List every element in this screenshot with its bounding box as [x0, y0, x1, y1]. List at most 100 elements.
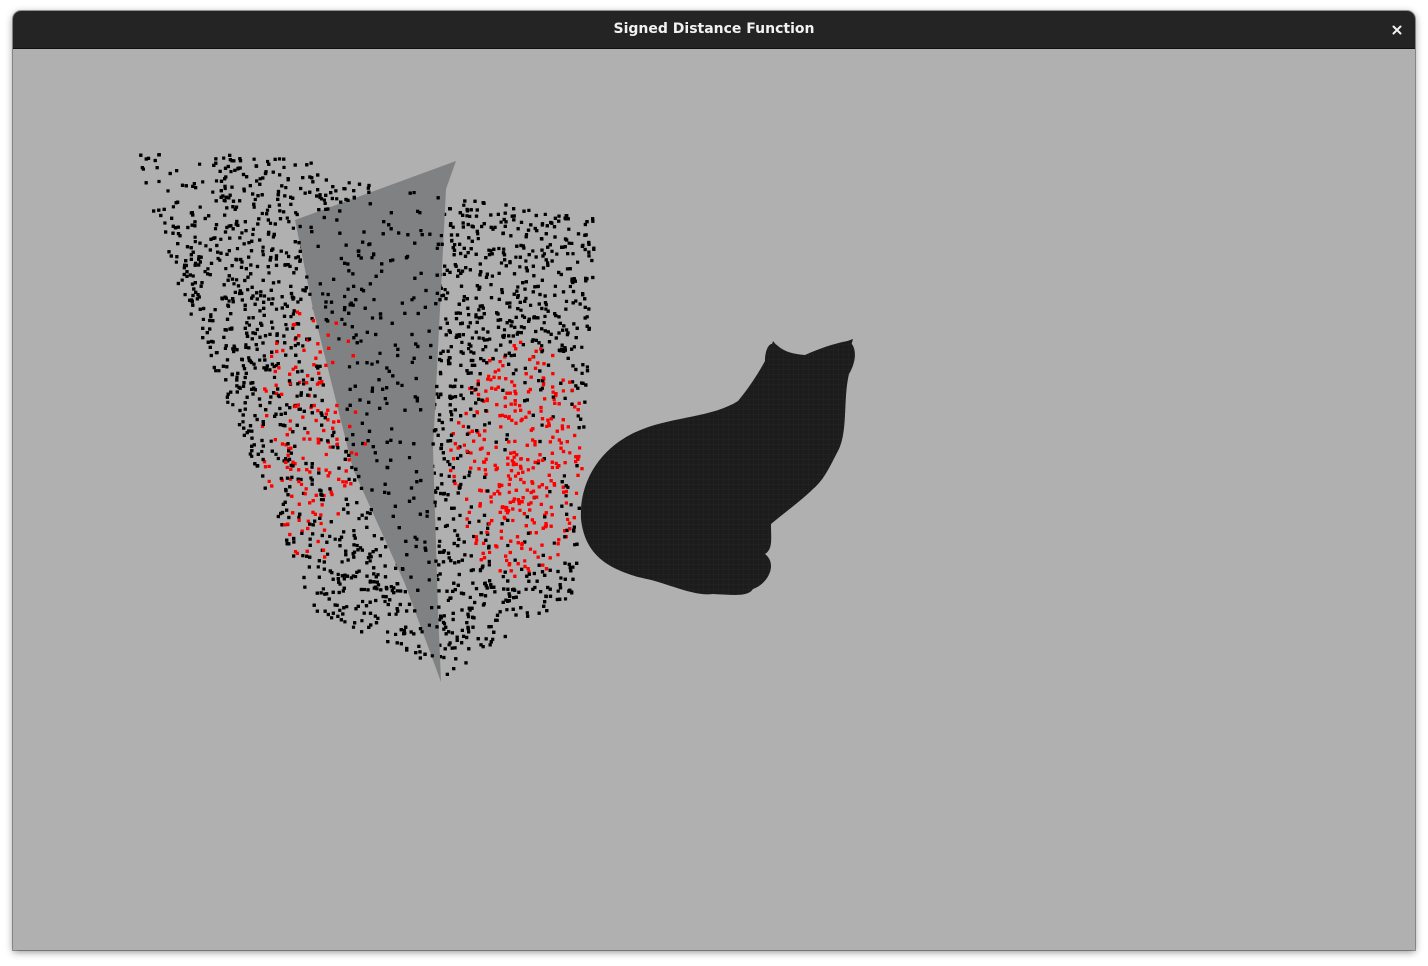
sample-point-outside [534, 255, 538, 259]
sample-point-outside [282, 157, 286, 161]
sample-point-inside [509, 469, 514, 473]
sample-point-outside [419, 271, 423, 275]
title-bar[interactable]: Signed Distance Function [13, 11, 1415, 49]
sample-point-outside [516, 307, 520, 311]
sample-point-inside [513, 399, 517, 403]
sample-point-outside [509, 234, 513, 238]
sample-point-outside [280, 184, 284, 188]
sample-point-outside [284, 323, 288, 327]
sample-point-inside [297, 518, 301, 522]
sample-point-outside [192, 182, 196, 186]
sample-point-outside [321, 292, 325, 296]
sample-point-outside [470, 386, 474, 390]
sample-point-outside [246, 275, 250, 279]
sample-point-inside [519, 457, 523, 461]
sample-point-outside [443, 647, 447, 651]
sample-point-outside [231, 403, 235, 407]
sample-point-outside [389, 259, 393, 263]
sample-point-outside [232, 282, 236, 286]
sample-point-outside [279, 249, 283, 253]
sample-point-outside [512, 207, 516, 211]
sample-point-outside [193, 235, 197, 239]
sample-point-outside [208, 318, 212, 323]
sample-point-outside [183, 293, 187, 297]
sample-point-outside [348, 387, 352, 391]
sample-point-outside [568, 284, 572, 289]
sample-point-outside [251, 392, 255, 396]
sample-point-outside [295, 423, 299, 427]
sample-point-outside [336, 572, 340, 576]
sample-point-inside [267, 464, 271, 468]
sample-point-outside [235, 390, 239, 394]
sample-point-outside [391, 374, 395, 378]
sample-point-outside [523, 366, 527, 370]
sample-point-outside [583, 305, 587, 309]
sample-point-outside [235, 278, 239, 282]
sample-point-outside [486, 526, 490, 530]
sample-point-outside [219, 195, 223, 199]
scene-canvas[interactable] [13, 49, 1415, 950]
sample-point-outside [302, 409, 306, 413]
sample-point-outside [462, 540, 466, 544]
sample-point-outside [296, 382, 300, 386]
sample-point-outside [444, 498, 448, 502]
sample-point-outside [270, 248, 274, 252]
sample-point-outside [268, 368, 272, 372]
sample-point-outside [255, 264, 260, 269]
sample-point-inside [551, 353, 555, 358]
sample-point-outside [296, 300, 300, 304]
sample-point-outside [398, 602, 402, 607]
sample-point-outside [223, 184, 227, 188]
sample-point-outside [256, 222, 260, 226]
close-button[interactable] [1385, 17, 1409, 41]
sample-point-outside [434, 490, 438, 494]
sample-point-outside [227, 274, 231, 278]
sample-point-inside [328, 471, 332, 475]
sample-point-inside [331, 360, 335, 365]
sample-point-outside [487, 546, 491, 550]
sample-point-outside [267, 230, 271, 234]
sample-point-outside [456, 583, 460, 587]
3d-viewport[interactable] [13, 49, 1415, 950]
window-title: Signed Distance Function [613, 21, 815, 37]
sample-point-outside [385, 587, 389, 591]
sample-point-outside [203, 216, 207, 221]
sample-point-outside [406, 233, 410, 237]
sample-point-outside [379, 588, 383, 592]
sample-point-outside [308, 190, 312, 194]
sample-point-inside [453, 442, 457, 446]
sample-point-outside [336, 614, 340, 618]
sample-point-outside [567, 589, 571, 593]
sample-point-outside [289, 291, 294, 296]
sample-point-outside [225, 395, 229, 399]
sample-point-outside [437, 563, 441, 567]
sample-point-inside [547, 423, 551, 428]
sample-point-outside [344, 449, 348, 454]
sample-point-outside [293, 240, 297, 244]
sample-point-inside [498, 360, 502, 364]
sample-point-outside [191, 293, 195, 298]
sample-point-outside [292, 309, 296, 313]
sample-point-outside [267, 271, 271, 275]
sample-point-outside [444, 297, 448, 301]
sample-point-inside [288, 419, 292, 423]
sample-point-outside [436, 242, 440, 246]
sample-point-outside [512, 353, 516, 357]
sample-point-inside [289, 467, 293, 471]
sample-point-outside [359, 486, 364, 490]
sample-point-outside [307, 565, 311, 569]
sample-point-outside [386, 630, 390, 634]
sample-point-outside [353, 536, 357, 540]
sample-point-outside [383, 482, 387, 486]
sample-point-outside [234, 222, 238, 226]
sample-point-outside [367, 625, 371, 629]
sample-point-outside [346, 262, 350, 266]
sample-point-outside [524, 259, 528, 263]
sample-point-outside [507, 599, 511, 603]
sample-point-outside [590, 258, 594, 263]
sample-point-outside [274, 307, 279, 311]
sample-point-outside [519, 220, 524, 224]
sample-point-inside [518, 508, 522, 512]
sample-point-outside [313, 394, 317, 398]
sample-point-outside [515, 244, 519, 248]
